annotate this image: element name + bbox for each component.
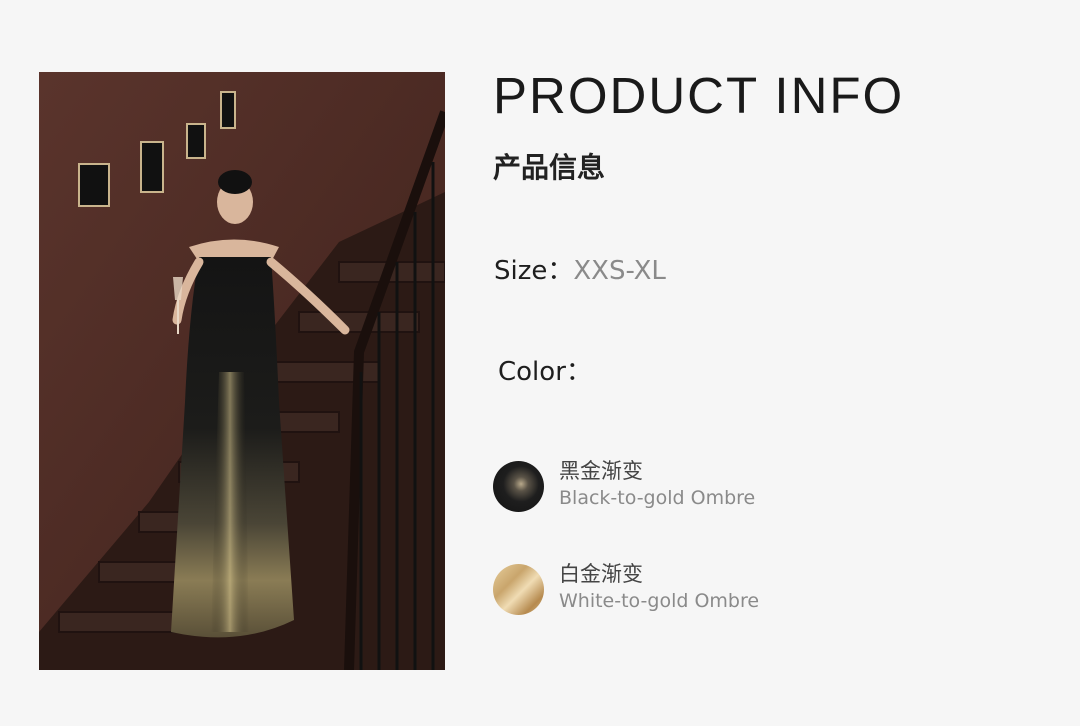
color-name-cn: 白金渐变 xyxy=(559,562,643,586)
size-row: Size：XXS-XL xyxy=(494,254,666,288)
size-value: XXS-XL xyxy=(573,256,666,286)
color-name-en: White-to-gold Ombre xyxy=(559,590,760,612)
page-title: PRODUCT INFO xyxy=(493,67,905,124)
color-name-cn: 黑金渐变 xyxy=(559,459,643,483)
color-swatch-black-gold[interactable] xyxy=(493,461,544,512)
page-subtitle: 产品信息 xyxy=(493,151,606,184)
product-photo xyxy=(39,72,445,670)
size-label: Size： xyxy=(494,256,574,286)
color-option-text: 黑金渐变 Black-to-gold Ombre xyxy=(559,457,755,511)
color-option-text: 白金渐变 White-to-gold Ombre xyxy=(559,560,759,614)
color-name-en: Black-to-gold Ombre xyxy=(559,487,756,509)
color-label: Color： xyxy=(498,357,592,387)
color-swatch-white-gold[interactable] xyxy=(493,564,544,615)
